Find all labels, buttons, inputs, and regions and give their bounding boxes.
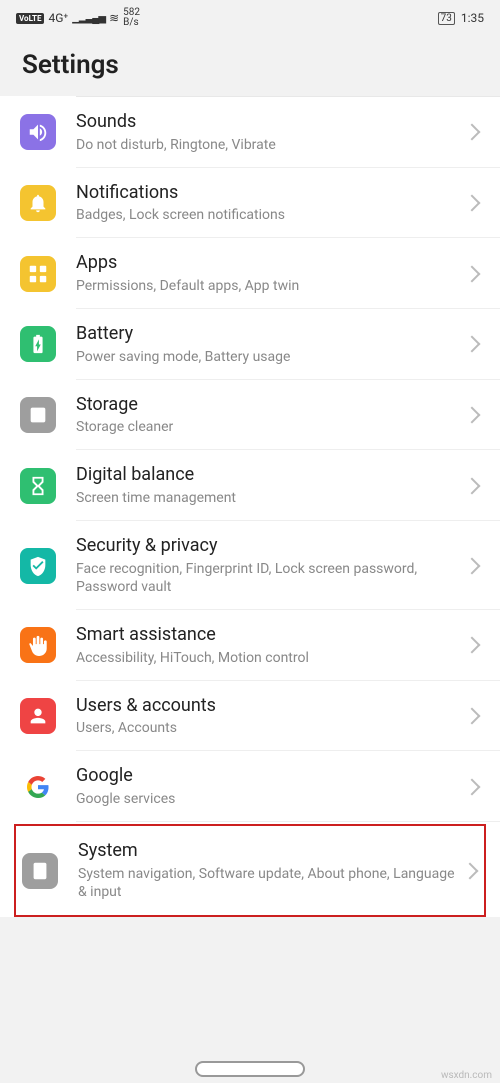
settings-item-users[interactable]: Users & accounts Users, Accounts bbox=[0, 681, 500, 752]
clock: 1:35 bbox=[461, 11, 484, 25]
item-desc: Permissions, Default apps, App twin bbox=[76, 277, 462, 295]
settings-item-security[interactable]: Security & privacy Face recognition, Fin… bbox=[0, 521, 500, 610]
item-title: System bbox=[78, 840, 460, 863]
item-title: Smart assistance bbox=[76, 624, 462, 647]
item-desc: Do not disturb, Ringtone, Vibrate bbox=[76, 136, 462, 154]
settings-item-battery[interactable]: Battery Power saving mode, Battery usage bbox=[0, 309, 500, 380]
sound-icon bbox=[20, 114, 56, 150]
page-header: Settings bbox=[0, 32, 500, 96]
settings-item-system[interactable]: System System navigation, Software updat… bbox=[14, 824, 486, 917]
hand-icon bbox=[20, 627, 56, 663]
network-type: 4G⁺ bbox=[48, 11, 68, 25]
battery-icon bbox=[20, 326, 56, 362]
settings-item-digital-balance[interactable]: Digital balance Screen time management bbox=[0, 450, 500, 521]
watermark: wsxdn.com bbox=[441, 1070, 492, 1081]
item-desc: Screen time management bbox=[76, 489, 462, 507]
signal-icon: ▁▂▃▄▅ bbox=[72, 13, 105, 24]
volte-badge: VoLTE bbox=[16, 13, 44, 24]
item-title: Security & privacy bbox=[76, 535, 462, 558]
chevron-right-icon bbox=[464, 477, 481, 494]
item-title: Battery bbox=[76, 323, 462, 346]
item-desc: Users, Accounts bbox=[76, 719, 462, 737]
chevron-right-icon bbox=[464, 708, 481, 725]
settings-item-smart-assistance[interactable]: Smart assistance Accessibility, HiTouch,… bbox=[0, 610, 500, 681]
chevron-right-icon bbox=[464, 407, 481, 424]
settings-item-notifications[interactable]: Notifications Badges, Lock screen notifi… bbox=[0, 168, 500, 239]
storage-icon bbox=[20, 397, 56, 433]
settings-item-storage[interactable]: Storage Storage cleaner bbox=[0, 380, 500, 451]
google-icon bbox=[20, 769, 56, 805]
page-title: Settings bbox=[22, 50, 478, 80]
net-speed: 582B/s bbox=[123, 8, 140, 28]
settings-item-google[interactable]: Google Google services bbox=[0, 751, 500, 822]
status-bar: VoLTE 4G⁺ ▁▂▃▄▅ ≋ 582B/s 73 1:35 bbox=[0, 0, 500, 32]
item-title: Sounds bbox=[76, 111, 462, 134]
chevron-right-icon bbox=[464, 778, 481, 795]
item-title: Google bbox=[76, 765, 462, 788]
item-desc: Badges, Lock screen notifications bbox=[76, 206, 462, 224]
chevron-right-icon bbox=[464, 637, 481, 654]
wifi-icon: ≋ bbox=[109, 11, 119, 25]
chevron-right-icon bbox=[464, 195, 481, 212]
user-icon bbox=[20, 698, 56, 734]
item-title: Users & accounts bbox=[76, 695, 462, 718]
item-desc: Storage cleaner bbox=[76, 418, 462, 436]
item-title: Notifications bbox=[76, 182, 462, 205]
item-title: Storage bbox=[76, 394, 462, 417]
chevron-right-icon bbox=[462, 862, 479, 879]
battery-level: 73 bbox=[438, 12, 455, 25]
apps-icon bbox=[20, 256, 56, 292]
settings-item-sounds[interactable]: Sounds Do not disturb, Ringtone, Vibrate bbox=[0, 97, 500, 168]
home-indicator[interactable] bbox=[195, 1061, 305, 1077]
item-desc: System navigation, Software update, Abou… bbox=[78, 865, 460, 901]
chevron-right-icon bbox=[464, 265, 481, 282]
item-desc: Power saving mode, Battery usage bbox=[76, 348, 462, 366]
system-icon bbox=[22, 853, 58, 889]
chevron-right-icon bbox=[464, 124, 481, 141]
shield-icon bbox=[20, 548, 56, 584]
item-title: Digital balance bbox=[76, 464, 462, 487]
item-desc: Google services bbox=[76, 790, 462, 808]
item-desc: Face recognition, Fingerprint ID, Lock s… bbox=[76, 560, 462, 596]
item-desc: Accessibility, HiTouch, Motion control bbox=[76, 649, 462, 667]
hourglass-icon bbox=[20, 468, 56, 504]
chevron-right-icon bbox=[464, 336, 481, 353]
settings-item-apps[interactable]: Apps Permissions, Default apps, App twin bbox=[0, 238, 500, 309]
settings-list: Sounds Do not disturb, Ringtone, Vibrate… bbox=[0, 96, 500, 917]
bell-icon bbox=[20, 185, 56, 221]
chevron-right-icon bbox=[464, 557, 481, 574]
item-title: Apps bbox=[76, 252, 462, 275]
